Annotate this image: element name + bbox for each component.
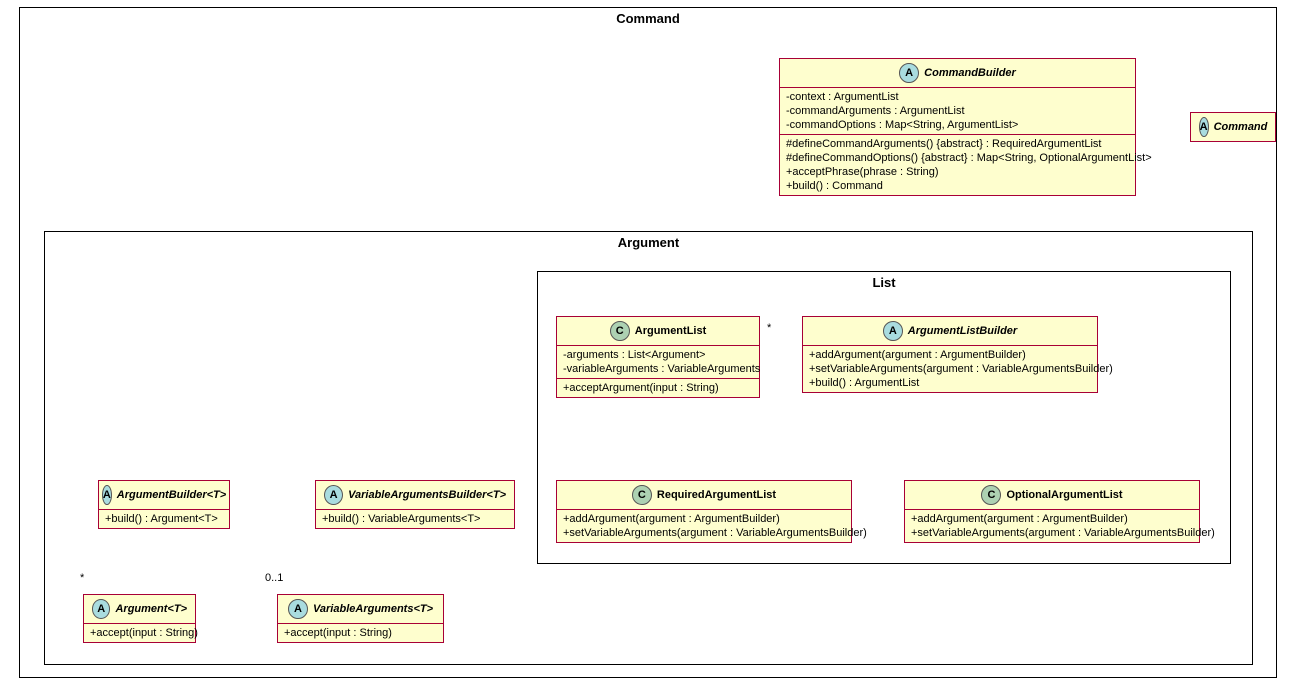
class-title: RequiredArgumentList	[657, 489, 776, 501]
class-variable-arguments-builder: A VariableArgumentsBuilder<T> +build() :…	[315, 480, 515, 529]
class-argument: A Argument<T> +accept(input : String)	[83, 594, 196, 643]
class-argument-list: C ArgumentList -arguments : List<Argumen…	[556, 316, 760, 398]
op: +addArgument(argument : ArgumentBuilder)	[911, 512, 1193, 526]
class-title: VariableArguments<T>	[313, 603, 433, 615]
class-badge-icon: C	[632, 485, 652, 505]
abstract-badge-icon: A	[288, 599, 308, 619]
class-badge-icon: C	[981, 485, 1001, 505]
op: +setVariableArguments(argument : Variabl…	[911, 526, 1193, 540]
package-command-title: Command	[20, 11, 1276, 26]
op: +build() : VariableArguments<T>	[322, 512, 508, 526]
class-argument-builder: A ArgumentBuilder<T> +build() : Argument…	[98, 480, 230, 529]
class-title: OptionalArgumentList	[1006, 489, 1122, 501]
abstract-badge-icon: A	[102, 485, 112, 505]
multiplicity-variable-arguments: 0..1	[265, 572, 283, 584]
op: +build() : Argument<T>	[105, 512, 223, 526]
abstract-badge-icon: A	[883, 321, 903, 341]
class-variable-arguments: A VariableArguments<T> +accept(input : S…	[277, 594, 444, 643]
abstract-badge-icon: A	[92, 599, 110, 619]
uml-diagram: Command Argument List A CommandBuilder -…	[0, 0, 1289, 683]
package-argument-title: Argument	[45, 235, 1252, 250]
op: +acceptPhrase(phrase : String)	[786, 165, 1129, 179]
attr: -commandArguments : ArgumentList	[786, 104, 1129, 118]
attr: -arguments : List<Argument>	[563, 348, 753, 362]
op: +setVariableArguments(argument : Variabl…	[809, 362, 1091, 376]
class-command-builder: A CommandBuilder -context : ArgumentList…	[779, 58, 1136, 196]
class-title: ArgumentListBuilder	[908, 325, 1017, 337]
class-badge-icon: C	[610, 321, 630, 341]
class-command: A Command	[1190, 112, 1276, 142]
op: +accept(input : String)	[90, 626, 189, 640]
multiplicity-argument-list: *	[767, 322, 771, 334]
attr: -variableArguments : VariableArguments	[563, 362, 753, 376]
op: +addArgument(argument : ArgumentBuilder)	[809, 348, 1091, 362]
op: +addArgument(argument : ArgumentBuilder)	[563, 512, 845, 526]
abstract-badge-icon: A	[1199, 117, 1209, 137]
class-optional-argument-list: C OptionalArgumentList +addArgument(argu…	[904, 480, 1200, 543]
class-title: ArgumentList	[635, 325, 707, 337]
attr: -commandOptions : Map<String, ArgumentLi…	[786, 118, 1129, 132]
op: #defineCommandArguments() {abstract} : R…	[786, 137, 1129, 151]
class-title: Argument<T>	[115, 603, 187, 615]
class-required-argument-list: C RequiredArgumentList +addArgument(argu…	[556, 480, 852, 543]
abstract-badge-icon: A	[899, 63, 919, 83]
op: +build() : ArgumentList	[809, 376, 1091, 390]
class-argument-list-builder: A ArgumentListBuilder +addArgument(argum…	[802, 316, 1098, 393]
abstract-badge-icon: A	[324, 485, 343, 505]
attr: -context : ArgumentList	[786, 90, 1129, 104]
class-title: VariableArgumentsBuilder<T>	[348, 489, 506, 501]
package-list-title: List	[538, 275, 1230, 290]
op: +acceptArgument(input : String)	[563, 381, 753, 395]
op: +accept(input : String)	[284, 626, 437, 640]
class-title: ArgumentBuilder<T>	[117, 489, 226, 501]
class-title: Command	[1214, 121, 1268, 133]
multiplicity-argument: *	[80, 572, 84, 584]
op: #defineCommandOptions() {abstract} : Map…	[786, 151, 1129, 165]
op: +setVariableArguments(argument : Variabl…	[563, 526, 845, 540]
class-title: CommandBuilder	[924, 67, 1016, 79]
op: +build() : Command	[786, 179, 1129, 193]
